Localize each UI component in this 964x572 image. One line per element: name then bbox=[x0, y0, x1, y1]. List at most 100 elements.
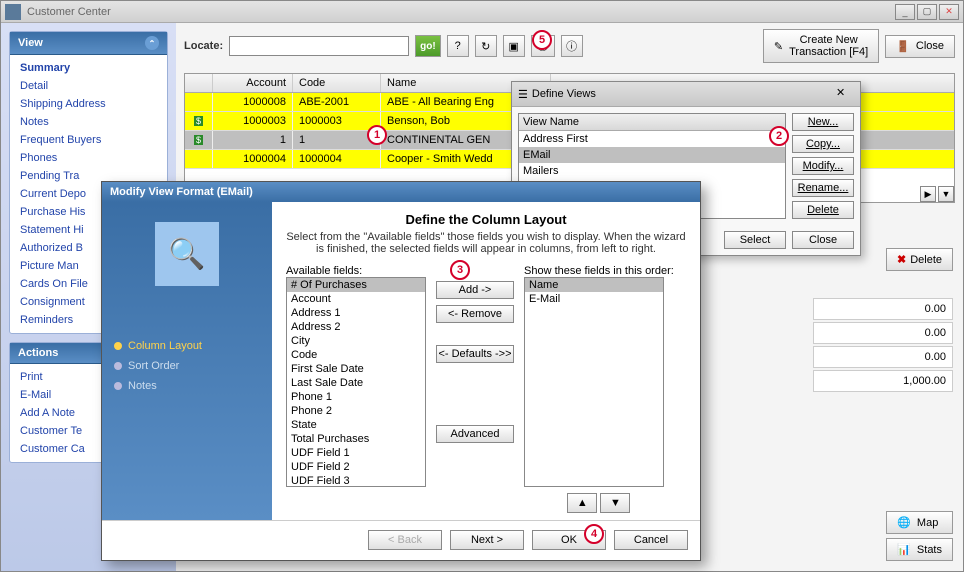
show-field-item[interactable]: E-Mail bbox=[525, 292, 663, 306]
define-views-title: Define Views bbox=[532, 88, 596, 100]
scroll-right-icon[interactable]: ▶ bbox=[920, 186, 936, 202]
stats-label: Stats bbox=[917, 544, 942, 556]
annotation-3: 3 bbox=[450, 260, 470, 280]
create-new-label: Create New Transaction [F4] bbox=[789, 34, 868, 58]
magnifier-icon: 🔍 bbox=[155, 222, 219, 286]
available-field-item[interactable]: City bbox=[287, 334, 425, 348]
define-views-titlebar: ☰ Define Views ✕ bbox=[512, 82, 860, 107]
chart-icon: 📊 bbox=[897, 543, 911, 556]
modify-button[interactable]: Modify... bbox=[792, 157, 854, 175]
available-field-item[interactable]: Code bbox=[287, 348, 425, 362]
map-button[interactable]: 🌐 Map bbox=[886, 511, 953, 534]
available-field-item[interactable]: State bbox=[287, 418, 425, 432]
add-button[interactable]: Add -> bbox=[436, 281, 514, 299]
stats-button[interactable]: 📊 Stats bbox=[886, 538, 953, 561]
available-field-item[interactable]: Total Purchases bbox=[287, 432, 425, 446]
modify-view-title: Modify View Format (EMail) bbox=[102, 182, 700, 202]
sidebar-item-summary[interactable]: Summary bbox=[10, 59, 167, 77]
move-up-button[interactable]: ▲ bbox=[567, 493, 597, 513]
col-account[interactable]: Account bbox=[213, 74, 293, 92]
view-name-item[interactable]: EMail bbox=[519, 147, 785, 163]
wizard-sidebar: 🔍 Column LayoutSort OrderNotes bbox=[102, 202, 272, 520]
sidebar-item-frequent-buyers[interactable]: Frequent Buyers bbox=[10, 131, 167, 149]
scroll-dropdown-icon[interactable]: ▼ bbox=[938, 186, 954, 202]
modify-view-body: 🔍 Column LayoutSort OrderNotes Define th… bbox=[102, 202, 700, 520]
customer-center-window: Customer Center _ ▢ ✕ View ⌃ SummaryDeta… bbox=[0, 0, 964, 572]
dollar-icon: $ bbox=[194, 135, 203, 145]
available-field-item[interactable]: Phone 1 bbox=[287, 390, 425, 404]
view-panel-header[interactable]: View ⌃ bbox=[10, 32, 167, 55]
move-down-button[interactable]: ▼ bbox=[600, 493, 630, 513]
remove-button[interactable]: <- Remove bbox=[436, 305, 514, 323]
view-name-item[interactable]: Address First bbox=[519, 131, 785, 147]
col-icon[interactable] bbox=[185, 74, 213, 92]
total-value: 1,000.00 bbox=[813, 370, 953, 392]
info-icon[interactable]: ⓘ bbox=[561, 35, 583, 57]
rename-button[interactable]: Rename... bbox=[792, 179, 854, 197]
available-field-item[interactable]: UDF Field 2 bbox=[287, 460, 425, 474]
view-panel-title: View bbox=[18, 37, 43, 49]
wizard-main: Define the Column Layout Select from the… bbox=[272, 202, 700, 520]
close-window-button[interactable]: ✕ bbox=[939, 4, 959, 20]
show-field-item[interactable]: Name bbox=[525, 278, 663, 292]
total-value: 0.00 bbox=[813, 298, 953, 320]
totals-area: 0.000.000.001,000.00 bbox=[813, 298, 953, 394]
collapse-icon[interactable]: ⌃ bbox=[145, 36, 159, 50]
map-label: Map bbox=[917, 517, 938, 529]
sidebar-item-notes[interactable]: Notes bbox=[10, 113, 167, 131]
new-button[interactable]: New... bbox=[792, 113, 854, 131]
available-fields-listbox[interactable]: # Of PurchasesAccountAddress 1Address 2C… bbox=[286, 277, 426, 487]
next-button[interactable]: Next > bbox=[450, 530, 524, 550]
available-field-item[interactable]: Last Sale Date bbox=[287, 376, 425, 390]
annotation-4: 4 bbox=[584, 524, 604, 544]
maximize-button[interactable]: ▢ bbox=[917, 4, 937, 20]
locate-label: Locate: bbox=[184, 40, 223, 52]
views-select-button[interactable]: Select bbox=[724, 231, 786, 249]
locate-input[interactable] bbox=[229, 36, 409, 56]
close-label: Close bbox=[916, 40, 944, 52]
col-code[interactable]: Code bbox=[293, 74, 381, 92]
annotation-5: 5 bbox=[532, 30, 552, 50]
wizard-steps: Column LayoutSort OrderNotes bbox=[114, 336, 260, 396]
column-chooser: Available fields: # Of PurchasesAccountA… bbox=[286, 265, 686, 513]
available-field-item[interactable]: UDF Field 3 bbox=[287, 474, 425, 487]
advanced-button[interactable]: Advanced bbox=[436, 425, 514, 443]
minimize-button[interactable]: _ bbox=[895, 4, 915, 20]
delete-button[interactable]: ✖ Delete bbox=[886, 248, 953, 271]
help-icon[interactable]: ? bbox=[447, 35, 469, 57]
wizard-step-column-layout[interactable]: Column Layout bbox=[114, 336, 260, 356]
wizard-step-sort-order[interactable]: Sort Order bbox=[114, 356, 260, 376]
main-close-button[interactable]: 🚪 Close bbox=[885, 35, 955, 58]
go-button[interactable]: go! bbox=[415, 35, 441, 57]
actions-panel-title: Actions bbox=[18, 347, 58, 359]
create-new-transaction-button[interactable]: ✎ Create New Transaction [F4] bbox=[763, 29, 879, 63]
app-icon bbox=[5, 4, 21, 20]
available-field-item[interactable]: Account bbox=[287, 292, 425, 306]
sidebar-item-phones[interactable]: Phones bbox=[10, 149, 167, 167]
show-fields-listbox[interactable]: NameE-Mail bbox=[524, 277, 664, 487]
available-field-item[interactable]: Address 2 bbox=[287, 320, 425, 334]
total-value: 0.00 bbox=[813, 322, 953, 344]
sidebar-item-detail[interactable]: Detail bbox=[10, 77, 167, 95]
define-views-close-button[interactable]: ✕ bbox=[836, 86, 854, 102]
available-field-item[interactable]: First Sale Date bbox=[287, 362, 425, 376]
view-name-item[interactable]: Mailers bbox=[519, 163, 785, 179]
available-field-item[interactable]: Phone 2 bbox=[287, 404, 425, 418]
delete-button[interactable]: Delete bbox=[792, 201, 854, 219]
refresh-icon[interactable]: ↻ bbox=[475, 35, 497, 57]
globe-icon: 🌐 bbox=[897, 516, 911, 529]
defaults-button[interactable]: <- Defaults ->> bbox=[436, 345, 514, 363]
filter-icon[interactable]: ▣ bbox=[503, 35, 525, 57]
toolbar: Locate: go! ? ↻ ▣ 👁 ⓘ ✎ Create New Trans… bbox=[176, 23, 963, 69]
views-close-button[interactable]: Close bbox=[792, 231, 854, 249]
available-field-item[interactable]: Address 1 bbox=[287, 306, 425, 320]
available-field-item[interactable]: # Of Purchases bbox=[287, 278, 425, 292]
cancel-button[interactable]: Cancel bbox=[614, 530, 688, 550]
title-bar: Customer Center _ ▢ ✕ bbox=[1, 1, 963, 23]
copy-button[interactable]: Copy... bbox=[792, 135, 854, 153]
wizard-step-notes[interactable]: Notes bbox=[114, 376, 260, 396]
available-field-item[interactable]: UDF Field 1 bbox=[287, 446, 425, 460]
sidebar-item-shipping-address[interactable]: Shipping Address bbox=[10, 95, 167, 113]
total-value: 0.00 bbox=[813, 346, 953, 368]
wizard-heading: Define the Column Layout bbox=[286, 212, 686, 227]
